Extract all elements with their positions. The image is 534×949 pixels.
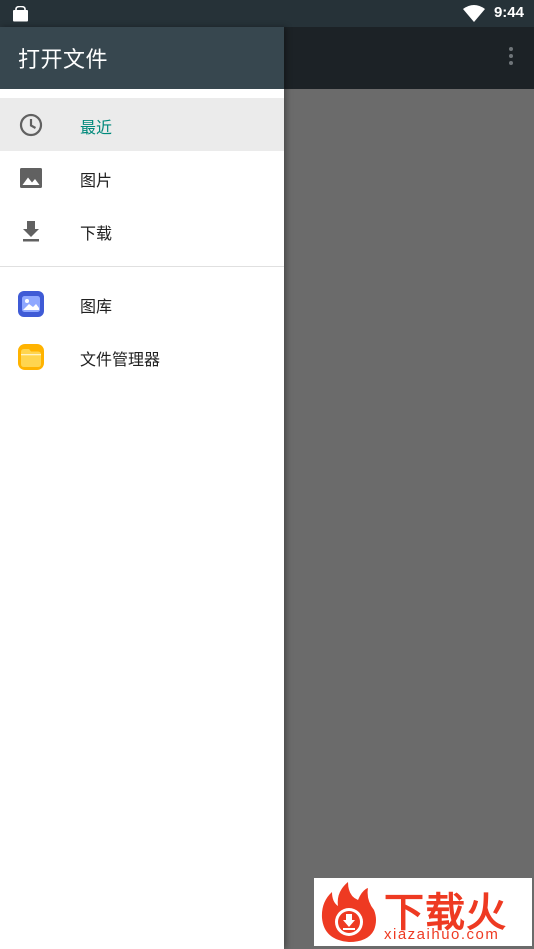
- shopping-bag-icon: [13, 6, 28, 22]
- divider: [0, 266, 284, 267]
- drawer-list: 最近 图片 下载 图库 文件管理器: [0, 89, 284, 383]
- drawer-item-recent[interactable]: 最近: [0, 98, 284, 151]
- scrim[interactable]: [284, 89, 534, 949]
- drawer-item-label: 图库: [80, 297, 113, 316]
- drawer-item-label: 最近: [80, 118, 113, 137]
- image-icon: [20, 168, 42, 188]
- drawer-item-gallery[interactable]: 图库: [0, 277, 284, 330]
- main-app-bar: [284, 27, 534, 89]
- drawer-item-file-manager[interactable]: 文件管理器: [0, 330, 284, 383]
- drawer-item-label: 下载: [80, 224, 113, 243]
- wifi-icon: [463, 5, 485, 22]
- watermark: 下载火 xiazaihuo.com: [314, 878, 532, 946]
- clock-icon: [19, 113, 43, 137]
- drawer-title: 打开文件: [18, 48, 109, 73]
- status-bar: 9:44: [0, 0, 534, 27]
- flame-logo-icon: [321, 882, 376, 942]
- drawer-item-label: 图片: [80, 171, 113, 190]
- overflow-menu-icon[interactable]: [506, 47, 516, 69]
- watermark-url: xiazaihuo.com: [384, 926, 500, 943]
- drawer-item-label: 文件管理器: [80, 350, 161, 369]
- navigation-drawer: 打开文件 最近 图片 下载 图库 文件管理器: [0, 27, 284, 949]
- drawer-item-downloads[interactable]: 下载: [0, 204, 284, 257]
- gallery-app-icon: [18, 291, 44, 317]
- file-manager-app-icon: [18, 344, 44, 370]
- status-time: 9:44: [493, 4, 524, 21]
- drawer-item-images[interactable]: 图片: [0, 151, 284, 204]
- download-icon: [23, 221, 39, 242]
- drawer-header: 打开文件: [0, 27, 284, 89]
